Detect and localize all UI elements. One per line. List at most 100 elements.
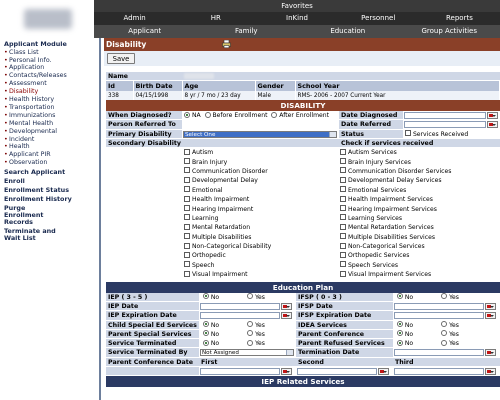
secondary-checkbox[interactable] [184,242,190,249]
secondary-checkbox[interactable] [184,270,190,277]
terminated-by-select[interactable]: Not Assigned [200,349,294,357]
parent-special-yes-radio[interactable] [247,330,254,337]
ifsp-yes-radio[interactable] [441,293,448,300]
service-checkbox[interactable] [340,242,346,249]
service-terminated-no-radio[interactable] [202,339,209,346]
date-referred-input[interactable] [404,121,486,129]
service-terminated-yes-radio[interactable] [247,339,254,346]
child-sped-no-radio[interactable] [202,321,209,328]
sidebar-link-purge-enrollment-records[interactable]: Purge Enrollment Records [4,204,64,227]
first-date-input[interactable] [200,368,280,376]
nav-favorites[interactable]: Favorites [94,0,500,12]
sidebar-item-immunizations[interactable]: Immunizations [4,112,99,120]
sidebar-item-disability[interactable]: Disability [4,88,99,96]
service-checkbox[interactable] [340,251,346,258]
ifsp-date-input[interactable] [394,302,484,310]
secondary-checkbox[interactable] [184,176,190,183]
sidebar-item-applicant-pir[interactable]: Applicant PIR [4,151,99,159]
service-checkbox[interactable] [340,261,346,268]
secondary-checkbox[interactable] [184,223,190,230]
date-diagnosed-input[interactable] [404,112,486,119]
nav-hr[interactable]: HR [175,12,256,25]
idea-yes-radio[interactable] [441,321,448,328]
nav-education[interactable]: Education [297,25,399,38]
sidebar-item-health-history[interactable]: Health History [4,96,99,104]
third-date-input[interactable] [394,368,484,376]
second-date-input[interactable] [297,368,377,376]
person-referred-input[interactable] [182,120,339,129]
calendar-icon[interactable] [485,368,496,376]
iep-yes-radio[interactable] [247,293,254,300]
radio-after-enrollment[interactable] [271,111,278,118]
radio-before-enrollment[interactable] [204,111,211,118]
printer-icon[interactable] [222,40,231,48]
service-checkbox[interactable] [340,223,346,230]
radio-na[interactable] [184,111,190,118]
service-checkbox[interactable] [340,186,346,193]
idea-no-radio[interactable] [396,321,403,328]
termination-date-input[interactable] [394,349,484,357]
parent-conference-yes-radio[interactable] [441,330,448,337]
sidebar-item-mental-health[interactable]: Mental Health [4,120,99,128]
sidebar-item-health[interactable]: Health [4,143,99,151]
nav-family[interactable]: Family [196,25,298,38]
sidebar-link-enrollment-status[interactable]: Enrollment Status [4,186,99,194]
parent-refused-yes-radio[interactable] [441,339,448,346]
nav-inkind[interactable]: InKind [256,12,337,25]
calendar-icon[interactable] [487,121,498,129]
service-checkbox[interactable] [340,148,346,155]
secondary-checkbox[interactable] [184,261,190,268]
calendar-icon[interactable] [378,368,389,376]
calendar-icon[interactable] [281,368,292,376]
nav-personnel[interactable]: Personnel [338,12,419,25]
secondary-checkbox[interactable] [184,205,190,212]
calendar-icon[interactable] [281,312,292,320]
secondary-checkbox[interactable] [184,158,190,165]
sidebar-item-contacts-releases[interactable]: Contacts/Releases [4,72,99,80]
secondary-checkbox[interactable] [184,233,190,240]
sidebar-item-assessment[interactable]: Assessment [4,80,99,88]
secondary-checkbox[interactable] [184,167,190,174]
iep-no-radio[interactable] [202,293,209,300]
service-checkbox[interactable] [340,158,346,165]
primary-disability-select[interactable]: Select One [183,130,337,138]
calendar-icon[interactable] [487,112,498,119]
nav-admin[interactable]: Admin [94,12,175,25]
service-checkbox[interactable] [340,176,346,183]
service-checkbox[interactable] [340,233,346,240]
parent-refused-no-radio[interactable] [396,339,403,346]
service-checkbox[interactable] [340,214,346,221]
calendar-icon[interactable] [281,302,292,310]
secondary-checkbox[interactable] [184,148,190,155]
service-checkbox[interactable] [340,195,346,202]
sidebar-item-transportation[interactable]: Transportation [4,104,99,112]
ifsp-expiration-input[interactable] [394,312,484,320]
secondary-checkbox[interactable] [184,186,190,193]
secondary-checkbox[interactable] [184,251,190,258]
nav-reports[interactable]: Reports [419,12,500,25]
iep-date-input[interactable] [200,302,280,310]
sidebar-item-developmental[interactable]: Developmental [4,128,99,136]
parent-special-no-radio[interactable] [202,330,209,337]
sidebar-item-personal-info[interactable]: Personal Info. [4,57,99,65]
ifsp-no-radio[interactable] [396,293,403,300]
sidebar-link-terminate-and-wait-list[interactable]: Terminate and Wait List [4,227,74,243]
nav-applicant[interactable]: Applicant [94,25,196,38]
child-sped-yes-radio[interactable] [247,321,254,328]
sidebar-item-application[interactable]: Application [4,64,99,72]
calendar-icon[interactable] [485,302,496,310]
service-checkbox[interactable] [340,205,346,212]
secondary-checkbox[interactable] [184,195,190,202]
service-checkbox[interactable] [340,270,346,277]
services-received-checkbox[interactable] [405,130,411,137]
sidebar-link-search-applicant[interactable]: Search Applicant [4,168,99,176]
service-checkbox[interactable] [340,167,346,174]
sidebar-item-incident[interactable]: Incident [4,136,99,144]
sidebar-link-enroll[interactable]: Enroll [4,177,99,185]
secondary-checkbox[interactable] [184,214,190,221]
calendar-icon[interactable] [485,312,496,320]
sidebar-item-observation[interactable]: Observation [4,159,99,167]
sidebar-item-class-list[interactable]: Class List [4,49,99,57]
nav-group-activities[interactable]: Group Activities [399,25,500,38]
save-button[interactable]: Save [107,53,135,64]
